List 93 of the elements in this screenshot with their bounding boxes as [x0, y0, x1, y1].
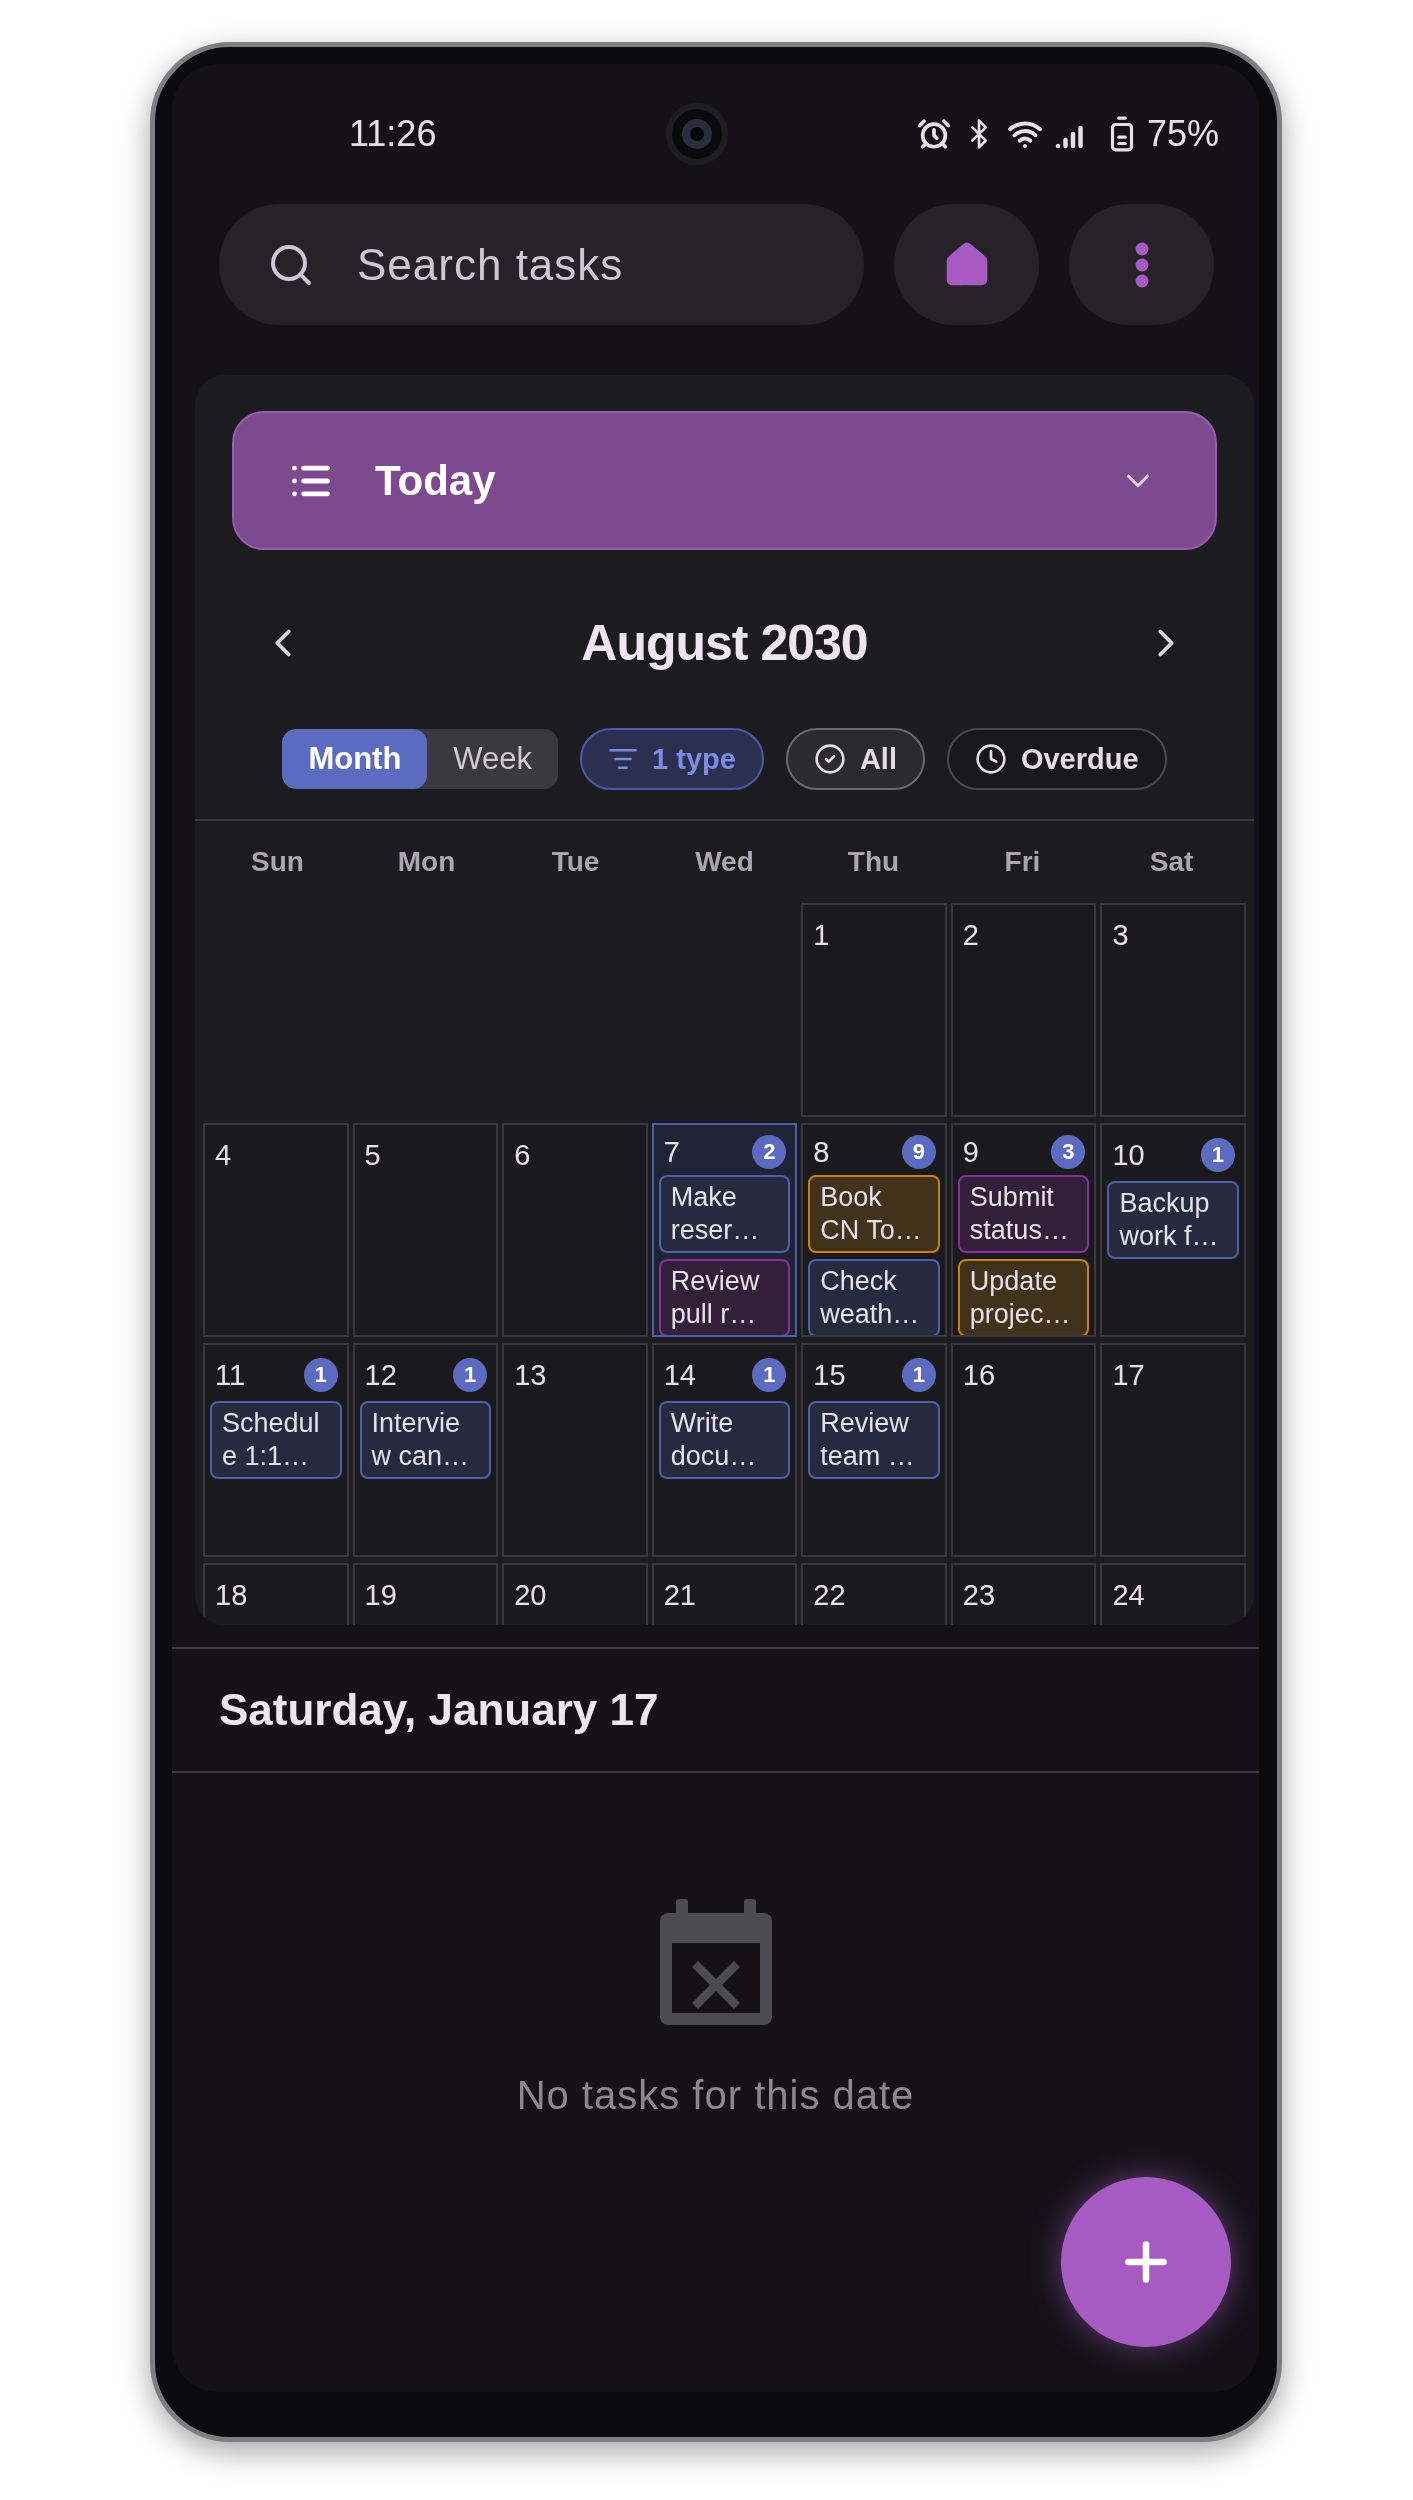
day-number: 14 [663, 1358, 696, 1392]
task-chip[interactable]: Submit status… [957, 1175, 1090, 1253]
day-number: 20 [514, 1578, 547, 1612]
day-number: 11 [215, 1358, 246, 1392]
filter-chip[interactable]: All [785, 728, 925, 790]
weekday-label: Sat [1148, 846, 1195, 878]
day-cell[interactable]: 9 3 Submit status… Update projec… [950, 1123, 1097, 1337]
day-number: 9 [962, 1135, 979, 1169]
filter-chip[interactable]: Overdue [946, 728, 1167, 790]
day-cell[interactable]: 4 [203, 1123, 349, 1337]
day-number: 8 [813, 1135, 830, 1169]
task-count-badge: 1 [901, 1358, 936, 1392]
task-chip[interactable]: Schedule 1:1… [210, 1401, 342, 1479]
task-count-badge: 1 [453, 1358, 488, 1392]
filter-chip[interactable]: 1 type [580, 728, 764, 790]
day-number: 19 [364, 1578, 397, 1612]
day-number: 6 [514, 1138, 531, 1172]
day-number: 22 [813, 1578, 846, 1612]
day-cell[interactable]: 1 [801, 903, 947, 1117]
day-number: 24 [1112, 1578, 1145, 1612]
day-number: 17 [1112, 1358, 1145, 1392]
day-cell[interactable]: 2 [950, 903, 1097, 1117]
day-cell[interactable]: 5 [352, 1123, 499, 1337]
task-count-badge: 1 [303, 1358, 338, 1392]
day-cell[interactable]: 8 9 Book CN To… Check weath… [801, 1123, 947, 1337]
day-cell[interactable]: 23 [950, 1563, 1097, 1625]
status-time: 11:26 [349, 113, 437, 155]
weekday-label: Wed [694, 846, 755, 878]
task-chip[interactable]: Book CN To… [808, 1175, 940, 1253]
clock-icon [974, 743, 1007, 775]
task-chip[interactable]: Update projec… [957, 1259, 1090, 1335]
day-cell[interactable]: 11 1 Schedule 1:1… [203, 1343, 349, 1557]
selected-date-title: Saturday, January 17 [219, 1685, 659, 1735]
task-count-badge: 2 [752, 1135, 787, 1169]
day-cell[interactable]: 17 [1100, 1343, 1246, 1557]
day-number: 12 [364, 1358, 397, 1392]
view-mode-tab[interactable]: Week [427, 729, 559, 789]
day-cell[interactable]: 6 [502, 1123, 648, 1337]
search-bar[interactable]: Search tasks [219, 204, 864, 325]
battery-level: 75% [1146, 113, 1219, 155]
weekday-label: Mon [396, 846, 457, 878]
task-chip[interactable]: Make reser… [658, 1175, 791, 1253]
task-chip[interactable]: Review pull r… [658, 1259, 791, 1335]
search-field[interactable]: Search tasks [355, 238, 805, 291]
day-cell[interactable]: 24 [1100, 1563, 1246, 1625]
task-chip[interactable]: Backup work f… [1107, 1181, 1239, 1259]
task-count-badge: 1 [752, 1358, 787, 1392]
task-chip[interactable]: Interview can… [359, 1401, 492, 1479]
day-cell[interactable]: 14 1 Write docu… [651, 1343, 798, 1557]
task-count-badge: 3 [1051, 1135, 1086, 1169]
day-number: 10 [1112, 1138, 1145, 1172]
day-number: 18 [215, 1578, 248, 1612]
day-number: 1 [813, 918, 830, 952]
day-cell[interactable]: 7 2 Make reser… Review pull r… [651, 1123, 798, 1337]
weekday-label: Fri [1003, 846, 1042, 878]
day-number: 15 [813, 1358, 846, 1392]
day-number: 21 [663, 1578, 696, 1612]
task-chip[interactable]: Review team … [808, 1401, 940, 1479]
day-number: 4 [215, 1138, 232, 1172]
add-task-button[interactable] [1061, 2177, 1231, 2347]
day-cell[interactable]: 10 1 Backup work f… [1100, 1123, 1246, 1337]
day-number: 23 [962, 1578, 996, 1612]
day-cell[interactable]: 12 1 Interview can… [352, 1343, 499, 1557]
weekday-label: Thu [846, 846, 901, 878]
day-number: 16 [962, 1358, 996, 1392]
day-cell[interactable]: 19 [352, 1563, 499, 1625]
day-number: 5 [364, 1138, 381, 1172]
check-circle-icon [813, 743, 846, 775]
alarm-icon [916, 117, 951, 151]
view-mode-tab[interactable]: Month [282, 729, 428, 789]
day-number: 3 [1112, 918, 1129, 952]
view-dropdown[interactable]: Today [232, 411, 1217, 550]
day-cell[interactable]: 20 [502, 1563, 648, 1625]
task-count-badge: 1 [1201, 1138, 1235, 1172]
day-cell[interactable]: 22 [801, 1563, 947, 1625]
task-count-badge: 9 [901, 1135, 936, 1169]
day-cell[interactable]: 15 1 Review team … [801, 1343, 947, 1557]
day-cell[interactable]: 21 [651, 1563, 798, 1625]
weekday-label: Tue [550, 846, 601, 878]
task-chip[interactable]: Check weath… [808, 1259, 940, 1335]
empty-message: No tasks for this date [516, 2073, 915, 2118]
month-title: August 2030 [581, 614, 868, 672]
day-number: 13 [514, 1358, 547, 1392]
day-cell[interactable]: 18 [203, 1563, 349, 1625]
more-icon [1134, 241, 1149, 288]
day-cell[interactable]: 3 [1100, 903, 1246, 1117]
task-chip[interactable]: Write docu… [658, 1401, 791, 1479]
day-cell[interactable]: 13 [502, 1343, 648, 1557]
day-cell[interactable]: 16 [950, 1343, 1097, 1557]
calendar-x-icon [659, 1899, 772, 2025]
day-number: 2 [962, 918, 979, 952]
day-number: 7 [663, 1135, 680, 1169]
weekday-label: Sun [250, 846, 305, 878]
